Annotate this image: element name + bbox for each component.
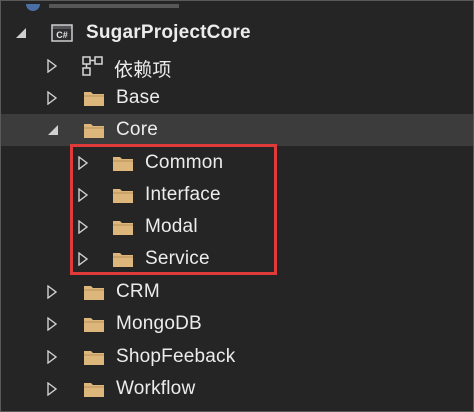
expand-arrow-icon[interactable] (47, 350, 57, 364)
tree-item-label: Common (145, 152, 224, 173)
folder-icon (83, 380, 105, 398)
tree-row-common[interactable]: Common (1, 147, 473, 179)
expand-arrow-icon[interactable] (47, 317, 57, 331)
collapse-arrow-icon[interactable] (15, 27, 27, 39)
tree-item-label: MongoDB (116, 313, 202, 334)
tree-row-shopfeeback[interactable]: ShopFeeback (1, 341, 473, 373)
tree-item-label: Workflow (116, 378, 196, 399)
folder-icon (112, 250, 134, 268)
tree-row-core[interactable]: Core (1, 114, 473, 146)
svg-text:C#: C# (56, 30, 68, 40)
tree-row-interface[interactable]: Interface (1, 179, 473, 211)
tree-item-label: Service (145, 248, 210, 269)
expand-arrow-icon[interactable] (47, 91, 57, 105)
csharp-project-icon: C# (51, 24, 73, 42)
tree-row-workflow[interactable]: Workflow (1, 373, 473, 405)
tree-item-label: CRM (116, 281, 160, 302)
expand-arrow-icon[interactable] (47, 59, 57, 73)
cut-off-row-graphic (26, 1, 179, 11)
tree-row-project[interactable]: C# SugarProjectCore (1, 17, 473, 49)
folder-icon (83, 89, 105, 107)
tree-row-crm[interactable]: CRM (1, 276, 473, 308)
expand-arrow-icon[interactable] (47, 285, 57, 299)
tree-item-label: Base (116, 87, 161, 108)
tree-row-service[interactable]: Service (1, 243, 473, 275)
solution-explorer-tree: C# SugarProjectCore 依赖项 Base Core Common… (0, 0, 474, 412)
folder-icon (112, 186, 134, 204)
tree-item-label: Modal (145, 216, 198, 237)
cut-off-row (1, 1, 473, 11)
tree-row-modal[interactable]: Modal (1, 211, 473, 243)
tree-row-mongodb[interactable]: MongoDB (1, 308, 473, 340)
tree-item-label: ShopFeeback (116, 346, 236, 367)
folder-icon (83, 348, 105, 366)
folder-icon (112, 154, 134, 172)
expand-arrow-icon[interactable] (78, 156, 88, 170)
folder-icon (112, 218, 134, 236)
tree-item-label: Interface (145, 184, 221, 205)
tree-item-label: 依赖项 (114, 60, 172, 81)
expand-arrow-icon[interactable] (78, 188, 88, 202)
collapse-arrow-icon[interactable] (47, 124, 59, 136)
expand-arrow-icon[interactable] (47, 382, 57, 396)
folder-icon (83, 283, 105, 301)
tree-row-dependencies[interactable]: 依赖项 (1, 50, 473, 82)
dependencies-icon (81, 55, 105, 77)
folder-icon (83, 315, 105, 333)
expand-arrow-icon[interactable] (78, 220, 88, 234)
expand-arrow-icon[interactable] (78, 252, 88, 266)
tree-row-base[interactable]: Base (1, 82, 473, 114)
project-label: SugarProjectCore (86, 22, 251, 43)
tree-item-label: Core (116, 119, 158, 140)
folder-open-icon (83, 121, 105, 139)
